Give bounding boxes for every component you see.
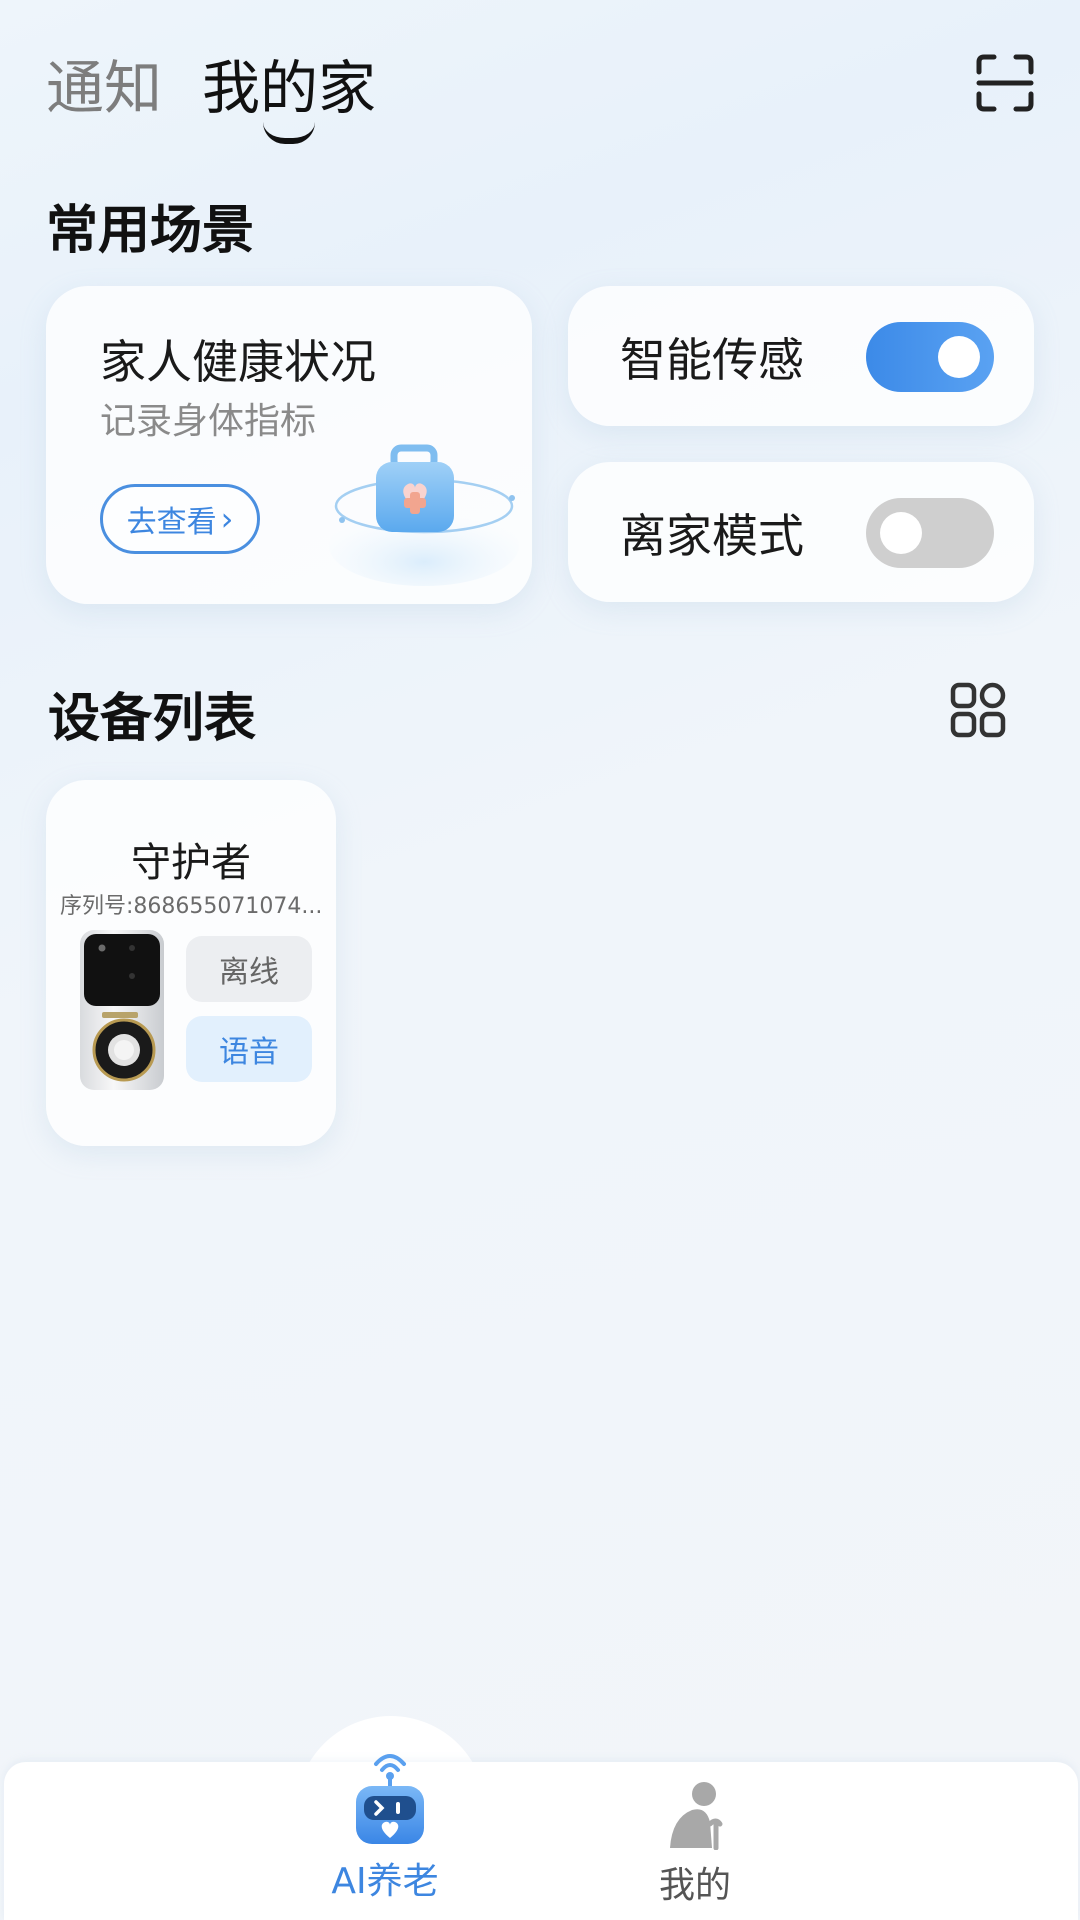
device-card[interactable]: 守护者 序列号:868655071074... 离线 语音 xyxy=(46,780,336,1146)
scenes-section-title: 常用场景 xyxy=(46,201,255,261)
tab-notify[interactable]: 通知 xyxy=(46,48,162,128)
away-mode-label: 离家模式 xyxy=(620,509,804,563)
health-card-title: 家人健康状况 xyxy=(100,335,376,389)
device-serial: 序列号:868655071074... xyxy=(60,894,323,919)
bottom-nav-bar xyxy=(4,1762,1078,1920)
device-status-badge: 离线 xyxy=(186,936,312,1002)
devices-section-title: 设备列表 xyxy=(48,689,257,749)
smart-sensing-toggle[interactable] xyxy=(866,322,994,392)
away-mode-card: 离家模式 xyxy=(568,462,1034,602)
away-mode-toggle[interactable] xyxy=(866,498,994,568)
voice-button[interactable]: 语音 xyxy=(186,1016,312,1082)
medical-kit-icon xyxy=(324,436,524,586)
chevron-right-icon: › xyxy=(220,500,234,538)
nav-mine-label[interactable]: 我的 xyxy=(600,1856,790,1908)
device-name: 守护者 xyxy=(131,840,251,886)
active-tab-indicator xyxy=(263,122,316,144)
view-health-button[interactable]: 去查看 › xyxy=(100,484,260,554)
doorbell-camera-icon xyxy=(72,926,172,1096)
health-card-subtitle: 记录身体指标 xyxy=(100,401,317,442)
toggle-knob xyxy=(938,336,980,378)
toggle-knob xyxy=(880,512,922,554)
grid-view-icon[interactable] xyxy=(950,682,1006,738)
view-health-button-label: 去查看 xyxy=(126,505,217,540)
top-tabs: 通知 我的家 xyxy=(46,48,376,148)
health-status-card[interactable]: 家人健康状况 记录身体指标 去查看 › xyxy=(46,286,532,604)
elder-person-icon[interactable] xyxy=(660,1780,728,1851)
scan-icon[interactable] xyxy=(976,54,1034,112)
smart-sensing-label: 智能传感 xyxy=(620,333,804,387)
smart-sensing-card: 智能传感 xyxy=(568,286,1034,426)
nav-ai-label[interactable]: AI养老 xyxy=(290,1852,480,1904)
robot-icon[interactable] xyxy=(352,1744,428,1848)
tab-home-label: 我的家 xyxy=(202,54,377,122)
tab-home[interactable]: 我的家 xyxy=(202,48,377,144)
